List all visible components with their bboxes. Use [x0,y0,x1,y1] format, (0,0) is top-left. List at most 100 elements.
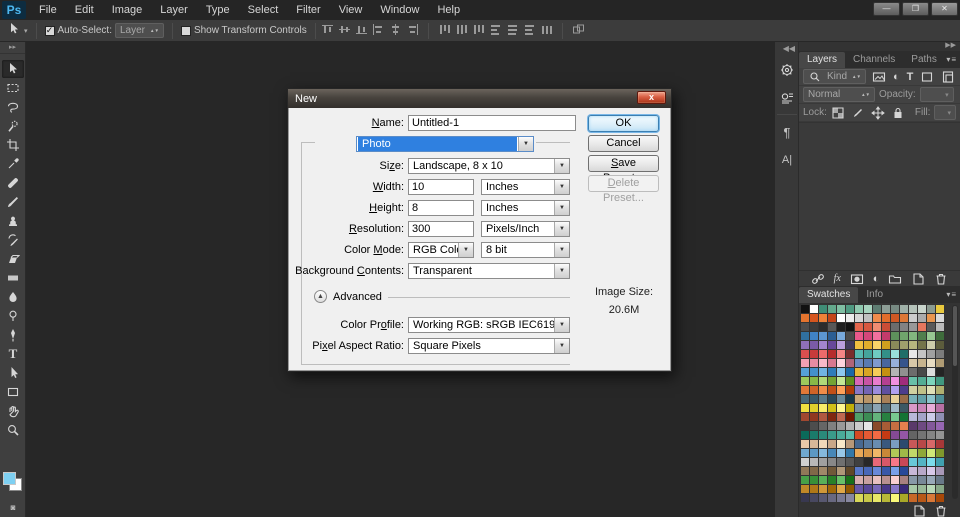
color-swatch[interactable] [891,494,899,502]
color-swatch[interactable] [828,386,836,394]
color-swatch[interactable] [828,458,836,466]
menu-type[interactable]: Type [197,0,239,20]
quick-mask-button[interactable]: ◙ [2,498,24,516]
color-swatch[interactable] [828,404,836,412]
menu-view[interactable]: View [330,0,372,20]
color-swatch[interactable] [801,467,809,475]
show-transform-controls-checkbox[interactable] [180,25,191,36]
color-swatch[interactable] [828,305,836,313]
color-swatch[interactable] [855,359,863,367]
color-swatch[interactable] [801,332,809,340]
color-swatch[interactable] [882,377,890,385]
color-swatch[interactable] [882,314,890,322]
color-swatch[interactable] [927,467,935,475]
new-adjustment-layer-icon[interactable]: ◐ [873,273,880,285]
color-swatch[interactable] [900,467,908,475]
width-input[interactable] [408,178,474,195]
color-swatch[interactable] [819,359,827,367]
color-swatch[interactable] [900,305,908,313]
color-swatch[interactable] [891,350,899,358]
color-swatch[interactable] [828,467,836,475]
color-swatch[interactable] [837,341,845,349]
color-swatch[interactable] [873,395,881,403]
color-swatch[interactable] [936,332,944,340]
paragraph-panel-icon[interactable]: ¶ [776,120,798,144]
color-swatch[interactable] [873,476,881,484]
color-swatch[interactable] [810,386,818,394]
move-tool-preset-icon[interactable] [7,22,21,39]
color-swatch[interactable] [801,413,809,421]
color-swatch[interactable] [873,341,881,349]
color-swatch[interactable] [891,395,899,403]
delete-layer-icon[interactable] [934,272,948,286]
color-swatch[interactable] [864,377,872,385]
color-swatch[interactable] [927,332,935,340]
color-swatch[interactable] [936,467,944,475]
color-swatch[interactable] [828,350,836,358]
menu-filter[interactable]: Filter [287,0,329,20]
color-swatch[interactable] [846,494,854,502]
color-swatch[interactable] [927,422,935,430]
color-swatch[interactable] [873,323,881,331]
pixel-aspect-ratio-dropdown[interactable]: Square Pixels ▼ [408,337,570,354]
color-swatch[interactable] [900,494,908,502]
color-swatch[interactable] [873,368,881,376]
color-swatch[interactable] [819,440,827,448]
color-swatch[interactable] [819,377,827,385]
color-swatch[interactable] [837,332,845,340]
color-swatch[interactable] [864,449,872,457]
color-swatch[interactable] [909,494,917,502]
bit-depth-dropdown[interactable]: 8 bit ▼ [481,241,570,258]
color-swatch[interactable] [936,323,944,331]
blur-tool[interactable] [2,288,24,306]
color-swatch[interactable] [918,305,926,313]
opacity-dropdown[interactable]: ▾ [919,87,954,102]
color-swatch[interactable] [900,404,908,412]
link-layers-icon[interactable] [811,272,825,286]
color-swatch[interactable] [846,386,854,394]
color-swatch[interactable] [873,305,881,313]
dropdown-arrow-icon[interactable]: ▼ [554,242,569,257]
color-swatch[interactable] [909,386,917,394]
color-swatch[interactable] [882,386,890,394]
color-swatch[interactable] [900,341,908,349]
dialog-titlebar[interactable]: New x [288,89,671,108]
color-swatch[interactable] [909,332,917,340]
dropdown-arrow-icon[interactable]: ▼ [554,200,569,215]
color-swatch[interactable] [864,341,872,349]
color-swatch[interactable] [882,341,890,349]
color-swatch[interactable] [900,413,908,421]
color-swatch[interactable] [909,314,917,322]
color-swatch[interactable] [855,449,863,457]
color-swatch[interactable] [855,476,863,484]
height-unit-dropdown[interactable]: Inches ▼ [481,199,570,216]
color-swatch[interactable] [810,350,818,358]
color-swatch[interactable] [927,323,935,331]
color-swatch[interactable] [864,422,872,430]
eyedropper-tool[interactable] [2,155,24,173]
panel-menu-icon[interactable]: ▾≡ [946,55,957,64]
color-swatch[interactable] [873,332,881,340]
fill-dropdown[interactable]: ▾ [934,105,956,120]
color-swatch[interactable] [819,413,827,421]
color-swatch[interactable] [828,485,836,493]
color-swatch[interactable] [882,323,890,331]
menu-edit[interactable]: Edit [66,0,103,20]
color-swatch[interactable] [882,404,890,412]
color-swatch[interactable] [882,305,890,313]
new-layer-icon[interactable] [911,272,925,286]
color-swatch[interactable] [900,440,908,448]
color-swatch[interactable] [864,467,872,475]
color-swatch[interactable] [936,350,944,358]
color-swatch[interactable] [837,467,845,475]
color-swatch[interactable] [801,395,809,403]
rectangle-shape-tool[interactable] [2,383,24,401]
restore-button[interactable]: ❐ [902,2,929,16]
color-swatch[interactable] [936,341,944,349]
color-swatch[interactable] [909,305,917,313]
tool-preset-arrow-icon[interactable]: ▾ [24,27,28,35]
color-swatch[interactable] [927,359,935,367]
lock-position-icon[interactable] [871,105,885,120]
dropdown-arrow-icon[interactable]: ▼ [518,136,533,151]
color-swatch[interactable] [846,332,854,340]
